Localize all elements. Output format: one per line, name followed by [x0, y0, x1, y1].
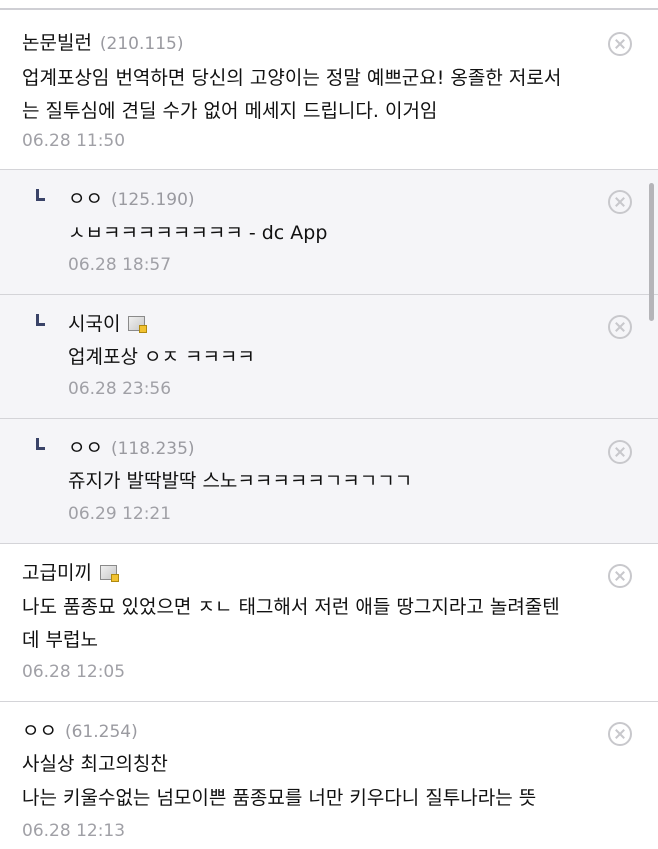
comment-text-line: 쥬지가 발딱발딱 스노ㅋㅋㅋㅋㅋㄱㅋㄱㄱㄱ [68, 470, 413, 492]
delete-comment-button[interactable] [608, 564, 632, 588]
reply-arrow-icon [36, 314, 45, 326]
reply-arrow-icon [36, 438, 45, 450]
author-nickname[interactable]: ㅇㅇ [22, 720, 57, 742]
author-nickname[interactable]: ㅇㅇ [68, 188, 103, 210]
author-ip: (210.115) [99, 34, 184, 54]
gallog-user-icon [128, 316, 148, 333]
author-nickname[interactable]: 시국이 [68, 313, 120, 335]
comment-item: ㅇㅇ (61.254) 사실상 최고의칭찬 나는 키울수없는 넘모이쁜 품종묘를 … [0, 702, 658, 849]
reply-item: 시국이 업계포상 ㅇㅈ ㅋㅋㅋㅋ 06.28 23:56 [0, 295, 658, 419]
reply-arrow-icon [36, 189, 45, 201]
comment-author[interactable]: 논문빌런 (210.115) [22, 28, 184, 55]
comment-text-line: 는 질투심에 견딜 수가 없어 메세지 드립니다. 이거임 [22, 100, 438, 122]
comment-date: 06.28 18:57 [68, 255, 172, 275]
comment-text-line: 업계포상임 번역하면 당신의 고양이는 정말 예쁘군요! 옹졸한 저로서 [22, 67, 562, 89]
reply-item: ㅇㅇ (118.235) 쥬지가 발딱발딱 스노ㅋㅋㅋㅋㅋㄱㅋㄱㄱㄱ 06.29 … [0, 419, 658, 544]
author-nickname[interactable]: ㅇㅇ [68, 437, 103, 459]
comment-date: 06.28 12:13 [22, 821, 126, 841]
comment-date: 06.28 12:05 [22, 662, 126, 682]
comment-text-line: 업계포상 ㅇㅈ ㅋㅋㅋㅋ [68, 346, 255, 368]
gallog-user-icon [99, 565, 119, 582]
delete-comment-button[interactable] [608, 722, 632, 746]
delete-comment-button[interactable] [608, 190, 632, 214]
author-ip: (61.254) [64, 722, 138, 742]
scrollbar-thumb[interactable] [649, 183, 654, 321]
comment-text-line: 나는 키울수없는 넘모이쁜 품종묘를 너만 키우다니 질투나라는 뜻 [22, 787, 537, 809]
comment-author[interactable]: ㅇㅇ (61.254) [22, 716, 138, 743]
comment-item: 고급미끼 나도 품종묘 있었으면 ㅈㄴ 태그해서 저런 애들 땅그지라고 놀려줄… [0, 544, 658, 702]
comment-author[interactable]: ㅇㅇ (118.235) [68, 433, 195, 460]
comment-author[interactable]: 시국이 [68, 309, 148, 336]
author-ip: (125.190) [110, 190, 195, 210]
delete-comment-button[interactable] [608, 440, 632, 464]
comment-text-line: 데 부럽노 [22, 629, 98, 651]
author-ip: (118.235) [110, 439, 195, 459]
delete-comment-button[interactable] [608, 32, 632, 56]
comment-date: 06.29 12:21 [68, 504, 172, 524]
reply-item: ㅇㅇ (125.190) ㅅㅂㅋㅋㅋㅋㅋㅋㅋㅋ - dc App 06.28 18… [0, 170, 658, 295]
author-nickname[interactable]: 논문빌런 [22, 32, 92, 54]
delete-comment-button[interactable] [608, 315, 632, 339]
comment-text-line: 나도 품종묘 있었으면 ㅈㄴ 태그해서 저런 애들 땅그지라고 놀려줄텐 [22, 596, 560, 618]
comment-date: 06.28 11:50 [22, 131, 126, 151]
author-nickname[interactable]: 고급미끼 [22, 562, 92, 584]
comment-text-line: 사실상 최고의칭찬 [22, 753, 168, 775]
comment-author[interactable]: 고급미끼 [22, 558, 119, 585]
comment-item: 논문빌런 (210.115) 업계포상임 번역하면 당신의 고양이는 정말 예쁘군… [0, 10, 658, 170]
comment-date: 06.28 23:56 [68, 379, 172, 399]
comment-text-line: ㅅㅂㅋㅋㅋㅋㅋㅋㅋㅋ - dc App [68, 222, 328, 244]
comment-author[interactable]: ㅇㅇ (125.190) [68, 184, 195, 211]
